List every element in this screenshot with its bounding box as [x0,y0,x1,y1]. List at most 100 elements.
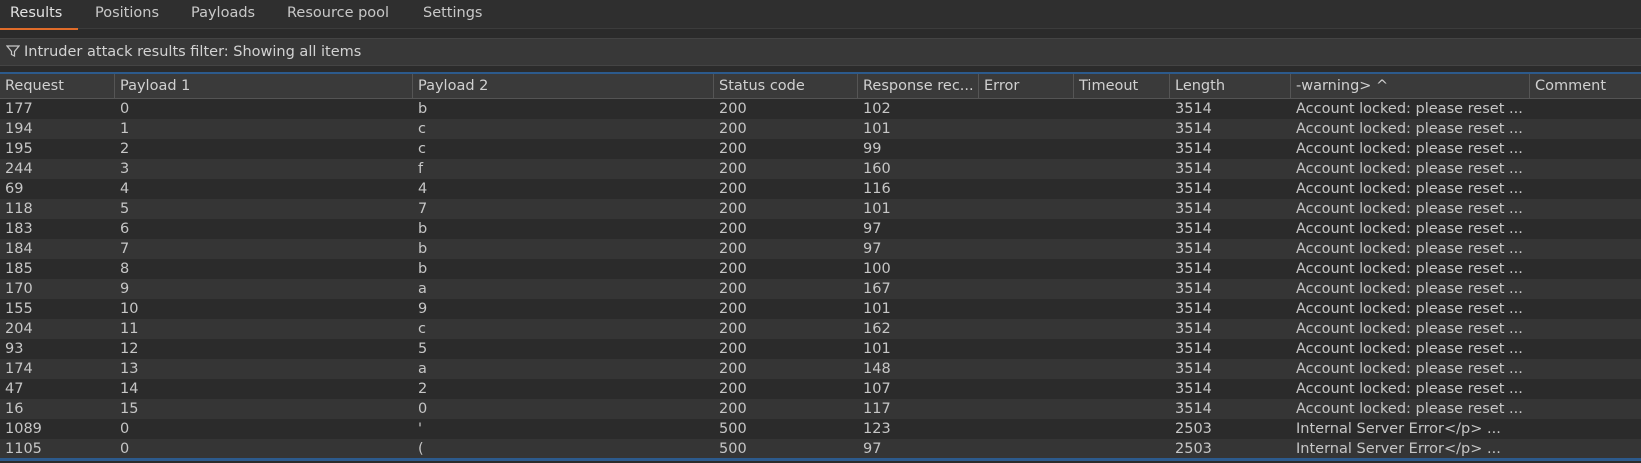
cell-comment [1530,259,1641,279]
cell-status-code: 200 [719,381,747,397]
cell-comment [1530,119,1641,139]
cell-length: 2503 [1175,441,1212,457]
cell-status-code: 200 [719,261,747,277]
cell-response-received: 101 [863,301,891,317]
column-header-error[interactable]: Error [979,74,1074,98]
table-row[interactable]: 93 12 5 200 101 3514 Account locked: please re… [0,339,1641,359]
table-row[interactable]: 174 13 a 200 148 3514 Account locked: please r… [0,359,1641,379]
cell-error [979,319,1074,339]
cell-comment [1530,139,1641,159]
tab-payloads[interactable]: Payloads [186,0,260,28]
tab-results[interactable]: Results [0,0,78,30]
table-row[interactable]: 1089 0 ' 500 123 2503 Internal Server Error</p… [0,419,1641,439]
column-header-timeout[interactable]: Timeout [1074,74,1170,98]
cell-payload-1: 5 [120,201,130,217]
cell-status-code: 200 [719,321,747,337]
cell-request: 195 [5,141,33,157]
cell-payload-2: c [418,321,426,337]
column-header-warning[interactable]: -warning> ^ [1291,74,1530,98]
cell-payload-2: f [418,161,424,177]
cell-warning: Account locked: please reset ... [1296,361,1523,377]
cell-status-code: 200 [719,301,747,317]
cell-warning: Account locked: please reset ... [1296,341,1523,357]
results-table: Request Payload 1 Payload 2 Status code … [0,74,1641,458]
cell-response-received: 101 [863,341,891,357]
cell-timeout [1074,359,1170,379]
cell-request: 184 [5,241,33,257]
cell-length: 3514 [1175,281,1212,297]
table-row[interactable]: 244 3 f 200 160 3514 Account locked: please re… [0,159,1641,179]
tab-positions[interactable]: Positions [90,0,164,28]
cell-length: 3514 [1175,361,1212,377]
column-header-request[interactable]: Request [0,74,115,98]
cell-status-code: 200 [719,101,747,117]
cell-payload-2: 2 [418,381,428,397]
cell-timeout [1074,439,1170,458]
cell-error [979,179,1074,199]
cell-response-received: 97 [863,441,882,457]
cell-request: 174 [5,361,33,377]
table-body: 177 0 b 200 102 3514 Account locked: please re… [0,99,1641,458]
cell-response-received: 162 [863,321,891,337]
table-row[interactable]: 16 15 0 200 117 3514 Account locked: please re… [0,399,1641,419]
cell-request: 155 [5,301,33,317]
table-row[interactable]: 195 2 c 200 99 3514 Account locked: please res… [0,139,1641,159]
cell-timeout [1074,159,1170,179]
cell-warning: Account locked: please reset ... [1296,301,1523,317]
cell-timeout [1074,99,1170,119]
cell-error [979,199,1074,219]
cell-warning: Account locked: please reset ... [1296,141,1523,157]
cell-error [979,399,1074,419]
cell-payload-1: 15 [120,401,139,417]
cell-payload-1: 8 [120,261,130,277]
cell-error [979,219,1074,239]
cell-timeout [1074,279,1170,299]
cell-status-code: 200 [719,361,747,377]
cell-response-received: 116 [863,181,891,197]
cell-response-received: 99 [863,141,882,157]
cell-response-received: 101 [863,121,891,137]
column-header-payload-2[interactable]: Payload 2 [413,74,714,98]
cell-payload-1: 0 [120,421,130,437]
cell-request: 194 [5,121,33,137]
table-row[interactable]: 204 11 c 200 162 3514 Account locked: please r… [0,319,1641,339]
tab-resource-pool[interactable]: Resource pool [282,0,394,28]
column-header-response-received[interactable]: Response rec... [858,74,979,98]
results-filter-bar[interactable]: Intruder attack results filter: Showing … [0,38,1641,66]
table-row[interactable]: 185 8 b 200 100 3514 Account locked: please re… [0,259,1641,279]
cell-comment [1530,339,1641,359]
table-row[interactable]: 177 0 b 200 102 3514 Account locked: please re… [0,99,1641,119]
cell-response-received: 97 [863,221,882,237]
cell-request: 244 [5,161,33,177]
table-row[interactable]: 1105 0 (500 97 2503 Internal Server Error</p>… [0,439,1641,458]
cell-error [979,359,1074,379]
table-row[interactable]: 194 1 c 200 101 3514 Account locked: please re… [0,119,1641,139]
cell-status-code: 500 [719,421,747,437]
cell-timeout [1074,199,1170,219]
column-header-length[interactable]: Length [1170,74,1291,98]
cell-request: 170 [5,281,33,297]
table-row[interactable]: 155 10 9 200 101 3514 Account locked: please r… [0,299,1641,319]
table-row[interactable]: 183 6 b 200 97 3514 Account locked: please res… [0,219,1641,239]
cell-status-code: 200 [719,181,747,197]
tab-bar: Results Positions Payloads Resource pool… [0,0,1641,30]
column-header-payload-1[interactable]: Payload 1 [115,74,413,98]
cell-timeout [1074,319,1170,339]
cell-status-code: 200 [719,201,747,217]
table-row[interactable]: 170 9 a 200 167 3514 Account locked: please re… [0,279,1641,299]
cell-status-code: 200 [719,241,747,257]
cell-timeout [1074,259,1170,279]
cell-timeout [1074,119,1170,139]
table-row[interactable]: 47 14 2 200 107 3514 Account locked: please re… [0,379,1641,399]
cell-payload-2: b [418,221,428,237]
tab-settings[interactable]: Settings [418,0,487,28]
column-header-comment[interactable]: Comment [1530,74,1641,98]
cell-length: 3514 [1175,261,1212,277]
column-header-status-code[interactable]: Status code [714,74,858,98]
cell-length: 3514 [1175,381,1212,397]
cell-response-received: 101 [863,201,891,217]
cell-payload-1: 4 [120,181,130,197]
table-row[interactable]: 118 5 7 200 101 3514 Account locked: please re… [0,199,1641,219]
table-row[interactable]: 69 4 4 200 116 3514 Account locked: please res… [0,179,1641,199]
table-row[interactable]: 184 7 b 200 97 3514 Account locked: please res… [0,239,1641,259]
